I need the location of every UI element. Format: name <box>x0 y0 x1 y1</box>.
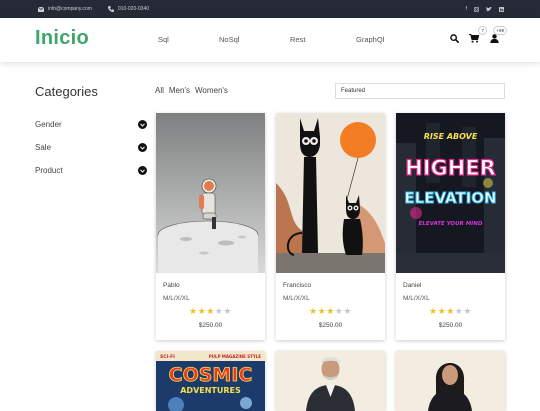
sidebar-item-label: Product <box>35 166 63 175</box>
product-card[interactable]: Francisco M/L/X/XL ★★★★★ $250.00 <box>276 113 385 340</box>
poster-main-text-2: ELEVATION <box>404 189 496 207</box>
contact-info: info@company.com 010-020-0340 <box>38 0 161 18</box>
star-icon: ★ <box>189 306 198 316</box>
filter-mens[interactable]: Men's <box>169 86 190 95</box>
email-contact[interactable]: info@company.com <box>38 6 98 12</box>
sidebar-item-sale[interactable]: Sale <box>35 136 147 159</box>
nav-item-graphql[interactable]: GraphQl <box>356 35 384 44</box>
product-name[interactable]: Francisco <box>283 282 311 289</box>
site-logo[interactable]: Inicio <box>35 27 89 50</box>
star-icon: ★ <box>463 306 472 316</box>
sidebar-item-gender[interactable]: Gender <box>35 113 147 136</box>
header-actions: 7 +99 <box>448 26 507 44</box>
nav-item-nosql[interactable]: NoSql <box>219 35 239 44</box>
product-rating: ★★★★★ <box>276 306 385 317</box>
user-count-badge: +99 <box>493 26 507 35</box>
category-sidebar: Categories Gender Sale Product <box>35 84 147 182</box>
email-text: info@company.com <box>48 6 92 12</box>
product-image[interactable] <box>156 113 265 273</box>
poster-tag-right: PULP MAGAZINE STYLE <box>209 354 261 359</box>
poster-bottom-text: ELEVATE YOUR MIND <box>419 221 483 227</box>
product-price: $250.00 <box>318 322 343 329</box>
product-sizes: M/L/X/XL <box>283 295 310 302</box>
poster-main-text: COSMIC <box>169 364 253 386</box>
star-icon: ★ <box>197 306 207 316</box>
product-sizes: M/L/X/XL <box>403 295 430 302</box>
sidebar-item-label: Gender <box>35 120 62 129</box>
star-icon: ★ <box>343 306 352 316</box>
cart-button[interactable]: 7 <box>468 26 487 44</box>
sort-select[interactable]: Featured <box>335 83 505 99</box>
cart-count-badge: 7 <box>478 26 487 35</box>
poster-sub-text: ADVENTURES <box>180 386 241 395</box>
product-price: $250.00 <box>438 322 463 329</box>
star-icon: ★ <box>309 306 318 316</box>
sidebar-item-label: Sale <box>35 143 52 152</box>
phone-text: 010-020-0340 <box>117 6 150 12</box>
envelope-icon <box>38 6 44 12</box>
star-icon: ★ <box>223 306 232 316</box>
star-icon: ★ <box>446 306 455 316</box>
linkedin-icon[interactable] <box>499 6 504 12</box>
phone-contact[interactable]: 010-020-0340 <box>107 6 155 12</box>
twitter-icon[interactable] <box>486 6 492 12</box>
star-icon: ★ <box>437 306 447 316</box>
chevron-down-icon[interactable] <box>138 166 147 175</box>
chevron-down-icon[interactable] <box>138 120 147 129</box>
filter-all[interactable]: All <box>155 86 164 95</box>
product-image[interactable]: RISE ABOVE HIGHER ELEVATION ELEVATE YOUR… <box>396 113 505 273</box>
product-price: $250.00 <box>198 322 223 329</box>
product-rating: ★★★★★ <box>156 306 265 317</box>
instagram-icon[interactable] <box>474 6 479 12</box>
star-icon: ★ <box>429 306 438 316</box>
product-image[interactable] <box>276 113 385 273</box>
star-icon: ★ <box>206 306 215 316</box>
top-bar: info@company.com 010-020-0340 f <box>0 0 540 18</box>
product-rating: ★★★★★ <box>396 306 505 317</box>
product-image[interactable]: SCI-FI PULP MAGAZINE STYLE COSMIC ADVENT… <box>156 351 265 411</box>
product-card[interactable]: Pablo M/L/X/XL ★★★★★ $250.00 <box>156 113 265 340</box>
product-sizes: M/L/X/XL <box>163 295 190 302</box>
product-name[interactable]: Pablo <box>163 282 180 289</box>
product-name[interactable]: Daniel <box>403 282 421 289</box>
social-links: f <box>466 0 504 18</box>
facebook-icon[interactable]: f <box>466 6 467 12</box>
poster-main-text-1: HIGHER <box>405 156 496 180</box>
poster-tag-left: SCI-FI <box>160 354 175 360</box>
star-icon: ★ <box>326 306 335 316</box>
cart-icon <box>469 33 479 43</box>
nav-item-rest[interactable]: Rest <box>290 35 305 44</box>
chevron-down-icon[interactable] <box>138 143 147 152</box>
product-card[interactable] <box>276 351 385 411</box>
search-button[interactable] <box>448 32 460 44</box>
sidebar-item-product[interactable]: Product <box>35 159 147 182</box>
sidebar-title: Categories <box>35 84 98 99</box>
product-card[interactable]: SCI-FI PULP MAGAZINE STYLE COSMIC ADVENT… <box>156 351 265 411</box>
star-icon: ★ <box>317 306 327 316</box>
poster-top-text: RISE ABOVE <box>424 132 478 141</box>
user-button[interactable]: +99 <box>488 26 507 44</box>
search-icon <box>449 33 459 43</box>
phone-icon <box>107 6 114 12</box>
product-image[interactable] <box>396 351 505 411</box>
gender-filter-tabs: All Men's Women's <box>155 86 228 95</box>
product-card[interactable] <box>396 351 505 411</box>
main-header: Inicio Sql NoSql Rest GraphQl 7 +99 <box>0 18 540 62</box>
product-card[interactable]: RISE ABOVE HIGHER ELEVATION ELEVATE YOUR… <box>396 113 505 340</box>
nav-item-sql[interactable]: Sql <box>158 35 169 44</box>
product-image[interactable] <box>276 351 385 411</box>
filter-womens[interactable]: Women's <box>195 86 228 95</box>
